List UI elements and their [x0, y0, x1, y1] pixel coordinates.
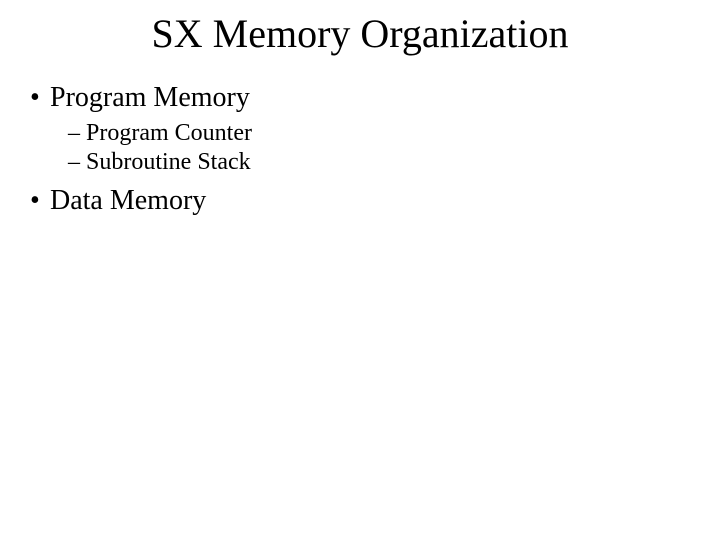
sub-label: Subroutine Stack: [86, 149, 251, 175]
bullet-label: Program Memory: [50, 82, 250, 113]
sub-item-program-counter: –Program Counter: [30, 119, 252, 148]
bullet-icon: •: [30, 80, 50, 115]
bullet-icon: •: [30, 183, 50, 218]
bullet-label: Data Memory: [50, 185, 206, 216]
slide: SX Memory Organization •Program Memory –…: [0, 0, 720, 540]
sub-label: Program Counter: [86, 120, 252, 146]
dash-icon: –: [68, 148, 86, 177]
bullet-item-program-memory: •Program Memory: [30, 80, 252, 115]
slide-body: •Program Memory –Program Counter –Subrou…: [30, 80, 252, 222]
dash-icon: –: [68, 119, 86, 148]
sub-item-subroutine-stack: –Subroutine Stack: [30, 148, 252, 177]
bullet-item-data-memory: •Data Memory: [30, 183, 252, 218]
slide-title: SX Memory Organization: [0, 10, 720, 57]
